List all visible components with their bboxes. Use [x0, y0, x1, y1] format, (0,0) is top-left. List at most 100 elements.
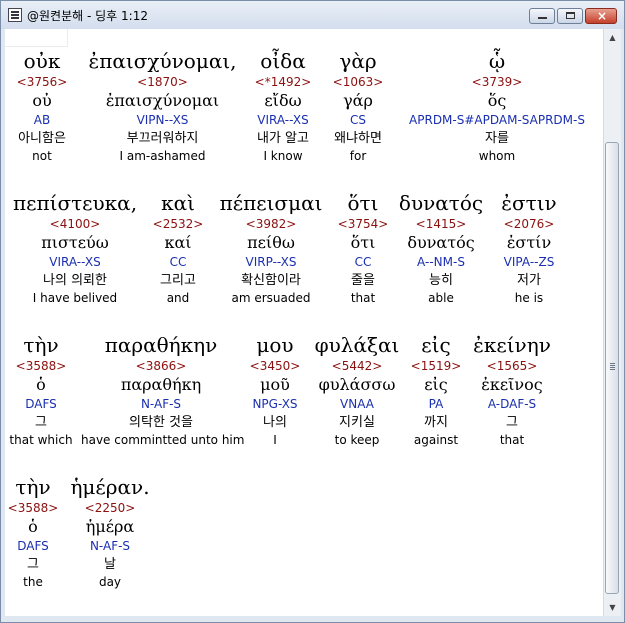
strong-number[interactable]: <1063> — [327, 75, 389, 91]
korean-gloss: 내가 알고 — [257, 131, 309, 146]
korean-gloss: 줄을 — [351, 273, 375, 288]
tab-strip — [5, 29, 68, 47]
korean-gloss: 능히 — [429, 273, 453, 288]
korean-gloss: 나의 의뢰한 — [43, 273, 107, 288]
morphology: AB — [33, 113, 51, 127]
morphology: CC — [169, 255, 187, 269]
word-group[interactable]: τὴν <3588> ὁ DAFS 그 the — [5, 475, 61, 589]
strong-number[interactable]: <3739> — [397, 75, 597, 91]
english-gloss: I am-ashamed — [119, 149, 206, 163]
window-title: @원켠분해 - 딩후 1:12 — [27, 9, 148, 23]
maximize-button[interactable] — [557, 8, 583, 24]
lemma: πιστεύω — [41, 233, 109, 252]
app-window: @원켠분해 - 딩후 1:12 × οὐκ <3756> οὐ AB 아니함은 … — [0, 0, 625, 623]
korean-gloss: 까지 — [424, 415, 448, 430]
strong-number[interactable]: <3588> — [5, 501, 61, 517]
word-group[interactable]: ἐκείνην <1565> ἐκεῖνος A-DAF-S 그 that — [467, 333, 557, 447]
strong-number[interactable]: <*1492> — [245, 75, 321, 91]
word-group[interactable]: καὶ <2532> καί CC 그리고 and — [150, 191, 206, 305]
arrow-down-icon[interactable]: ▼ — [604, 599, 621, 616]
morphology: A-DAF-S — [487, 397, 537, 411]
english-gloss: I have belived — [32, 291, 118, 305]
morphology: DAFS — [25, 397, 57, 411]
strong-number[interactable]: <2250> — [65, 501, 155, 517]
morphology: APRDM-S#APDAM-SAPRDM-S — [409, 113, 585, 127]
strong-number[interactable]: <2076> — [493, 217, 565, 233]
korean-gloss: 그 — [27, 557, 39, 572]
english-gloss: he is — [514, 291, 544, 305]
strong-number[interactable]: <5442> — [309, 359, 405, 375]
greek-word: ἡμέραν. — [70, 475, 150, 499]
greek-word: εἰς — [421, 333, 451, 357]
english-gloss: to keep — [334, 433, 380, 447]
close-button[interactable]: × — [585, 8, 617, 24]
greek-word: ἐπαισχύνομαι, — [88, 49, 237, 73]
word-group[interactable]: τὴν <3588> ὁ DAFS 그 that which — [5, 333, 77, 447]
word-group[interactable]: ᾧ <3739> ὅς APRDM-S#APDAM-SAPRDM-S 자를 wh… — [397, 49, 597, 163]
english-gloss: able — [428, 291, 454, 305]
word-group[interactable]: παραθήκην <3866> παραθήκη N-AF-S 의탁한 것을 … — [81, 333, 245, 447]
english-gloss: whom — [478, 149, 516, 163]
lemma: ἐκεῖνος — [481, 375, 543, 394]
english-gloss: day — [98, 575, 122, 589]
morphology: VIRA--XS — [49, 255, 101, 269]
strong-number[interactable]: <3982> — [211, 217, 331, 233]
morphology: CS — [350, 113, 366, 127]
english-gloss: that which — [9, 433, 73, 447]
lemma: ἐστίν — [506, 233, 552, 252]
word-group[interactable]: δυνατός <1415> δυνατός A--NM-S 능히 able — [393, 191, 489, 305]
vertical-scrollbar[interactable]: ▲ ▼ — [603, 29, 621, 616]
strong-number[interactable]: <1415> — [393, 217, 489, 233]
word-group[interactable]: ἐστιν <2076> ἐστίν VIPA--ZS 저가 he is — [493, 191, 565, 305]
strong-number[interactable]: <4100> — [5, 217, 145, 233]
strong-number[interactable]: <3450> — [245, 359, 305, 375]
greek-word: οὐκ — [23, 49, 61, 73]
title-bar[interactable]: @원켠분해 - 딩후 1:12 × — [1, 1, 624, 29]
word-group[interactable]: πεπίστευκα, <4100> πιστεύω VIRA--XS 나의 의… — [5, 191, 145, 305]
word-group[interactable]: οὐκ <3756> οὐ AB 아니함은 not — [5, 49, 79, 163]
english-gloss: have commintted unto him — [81, 433, 245, 447]
document-icon — [8, 8, 22, 22]
strong-number[interactable]: <3756> — [5, 75, 79, 91]
korean-gloss: 자를 — [485, 131, 509, 146]
strong-number[interactable]: <1565> — [467, 359, 557, 375]
greek-word: παραθήκην — [104, 333, 218, 357]
english-gloss: that — [499, 433, 525, 447]
word-group[interactable]: ἐπαισχύνομαι, <1870> ἐπαισχύνομαι VIPN--… — [85, 49, 240, 163]
strong-number[interactable]: <3866> — [81, 359, 241, 375]
strong-number[interactable]: <3588> — [5, 359, 77, 375]
maximize-icon — [566, 12, 575, 19]
word-group[interactable]: μου <3450> μοῦ NPG-XS 나의 I — [245, 333, 305, 447]
scrollbar-thumb[interactable] — [605, 142, 619, 594]
word-group[interactable]: ὅτι <3754> ὅτι CC 줄을 that — [335, 191, 391, 305]
lemma: ὅτι — [350, 233, 376, 252]
lemma: δυνατός — [407, 233, 475, 252]
word-group[interactable]: οἶδα <*1492> εἴδω VIRA--XS 내가 알고 I know — [245, 49, 321, 163]
morphology: VNAA — [340, 397, 374, 411]
word-group[interactable]: εἰς <1519> εἰς PA 까지 against — [407, 333, 465, 447]
lemma: ὁ — [28, 517, 38, 536]
minimize-button[interactable] — [529, 8, 555, 24]
word-group[interactable]: πέπεισμαι <3982> πείθω VIRP--XS 확신함이라 am… — [211, 191, 331, 305]
english-gloss: I know — [263, 149, 303, 163]
korean-gloss: 부끄러워하지 — [126, 131, 199, 146]
word-group[interactable]: ἡμέραν. <2250> ἡμέρα N-AF-S 날 day — [65, 475, 155, 589]
strong-number[interactable]: <1870> — [85, 75, 240, 91]
strong-number[interactable]: <1519> — [407, 359, 465, 375]
morphology: N-AF-S — [89, 539, 131, 553]
strong-number[interactable]: <3754> — [335, 217, 391, 233]
interlinear-text-panel: οὐκ <3756> οὐ AB 아니함은 not ἐπαισχύνομαι, … — [5, 29, 603, 616]
greek-word: τὴν — [23, 333, 59, 357]
arrow-up-icon[interactable]: ▲ — [604, 29, 621, 46]
english-gloss: and — [166, 291, 190, 305]
lemma: πείθω — [247, 233, 295, 252]
greek-word: οἶδα — [260, 49, 306, 73]
greek-word: ἐστιν — [501, 191, 557, 215]
word-group[interactable]: γὰρ <1063> γάρ CS 왜냐하면 for — [327, 49, 389, 163]
korean-gloss: 그 — [506, 415, 518, 430]
lemma: παραθήκη — [120, 375, 202, 394]
greek-word: μου — [256, 333, 294, 357]
strong-number[interactable]: <2532> — [150, 217, 206, 233]
word-group[interactable]: φυλάξαι <5442> φυλάσσω VNAA 지키실 to keep — [309, 333, 405, 447]
lemma: ὅς — [487, 91, 507, 110]
